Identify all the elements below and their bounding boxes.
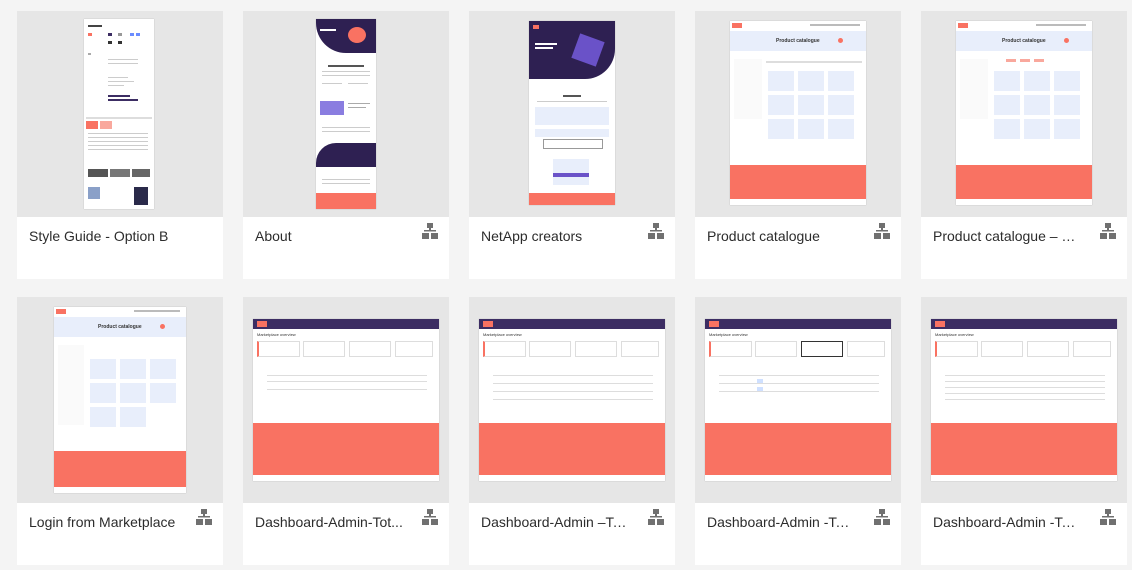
product-catalogue-r-page: Product catalogue [956,21,1092,205]
artboard-card[interactable]: Marketplace overview Dashboard-Admin –To… [469,297,675,565]
artboard-thumbnail[interactable]: Product catalogue [17,297,223,503]
artboard-thumbnail[interactable] [469,11,675,217]
artboard-thumbnail[interactable]: Marketplace overview [243,297,449,503]
flow-icon[interactable] [196,509,212,525]
product-catalogue-page: Product catalogue [730,21,866,205]
style-guide-page [84,19,154,209]
artboard-card[interactable]: Product catalogue Product catalogue [695,11,901,279]
artboard-thumbnail[interactable] [243,11,449,217]
dashboard-page: Marketplace overview [253,319,439,481]
artboard-title[interactable]: Product catalogue [707,227,857,245]
flow-icon[interactable] [648,509,664,525]
thumb-title: Marketplace overview [709,332,748,337]
thumb-title: Marketplace overview [257,332,296,337]
flow-icon[interactable] [422,509,438,525]
artboard-card[interactable]: NetApp creators [469,11,675,279]
artboard-title[interactable]: Product catalogue – R... [933,227,1083,245]
artboard-thumbnail[interactable]: Marketplace overview [921,297,1127,503]
artboard-card[interactable]: About [243,11,449,279]
flow-icon[interactable] [1100,509,1116,525]
login-marketplace-page: Product catalogue [54,307,186,493]
artboard-card[interactable]: Product catalogue Product catalogue – R.… [921,11,1127,279]
artboard-title[interactable]: Dashboard-Admin -Tot... [707,513,857,531]
artboard-title[interactable]: NetApp creators [481,227,631,245]
artboard-title[interactable]: Login from Marketplace [29,513,179,531]
artboard-card[interactable]: Style Guide - Option B [17,11,223,279]
artboard-thumbnail[interactable]: Marketplace overview [469,297,675,503]
artboard-thumbnail[interactable]: Product catalogue [921,11,1127,217]
artboard-title[interactable]: About [255,227,405,245]
thumb-title: Product catalogue [98,324,142,330]
artboard-title[interactable]: Style Guide - Option B [29,227,209,245]
thumb-title: Marketplace overview [483,332,522,337]
artboard-thumbnail[interactable] [17,11,223,217]
dashboard-page: Marketplace overview [479,319,665,481]
about-page [316,19,376,209]
thumb-title: Product catalogue [776,38,820,44]
artboard-card[interactable]: Marketplace overview Dashboard-Admin -To… [695,297,901,565]
artboard-card[interactable]: Product catalogue Login from Marketplace [17,297,223,565]
flow-icon[interactable] [422,223,438,239]
artboard-title[interactable]: Dashboard-Admin -Tot... [933,513,1083,531]
flow-icon[interactable] [874,509,890,525]
dashboard-page: Marketplace overview [705,319,891,481]
artboard-thumbnail[interactable]: Marketplace overview [695,297,901,503]
artboard-card[interactable]: Marketplace overview Dashboard-Admin-Tot… [243,297,449,565]
thumb-title: Product catalogue [1002,38,1046,44]
artboard-card[interactable]: Marketplace overview Dashboard-Admin -To… [921,297,1127,565]
flow-icon[interactable] [648,223,664,239]
thumb-title: Marketplace overview [935,332,974,337]
dashboard-page: Marketplace overview [931,319,1117,481]
artboard-title[interactable]: Dashboard-Admin –To... [481,513,631,531]
netapp-creators-page [529,21,615,205]
artboard-thumbnail[interactable]: Product catalogue [695,11,901,217]
flow-icon[interactable] [1100,223,1116,239]
flow-icon[interactable] [874,223,890,239]
artboard-grid: Style Guide - Option B About NetApp crea… [0,0,1132,570]
artboard-title[interactable]: Dashboard-Admin-Tot... [255,513,405,531]
